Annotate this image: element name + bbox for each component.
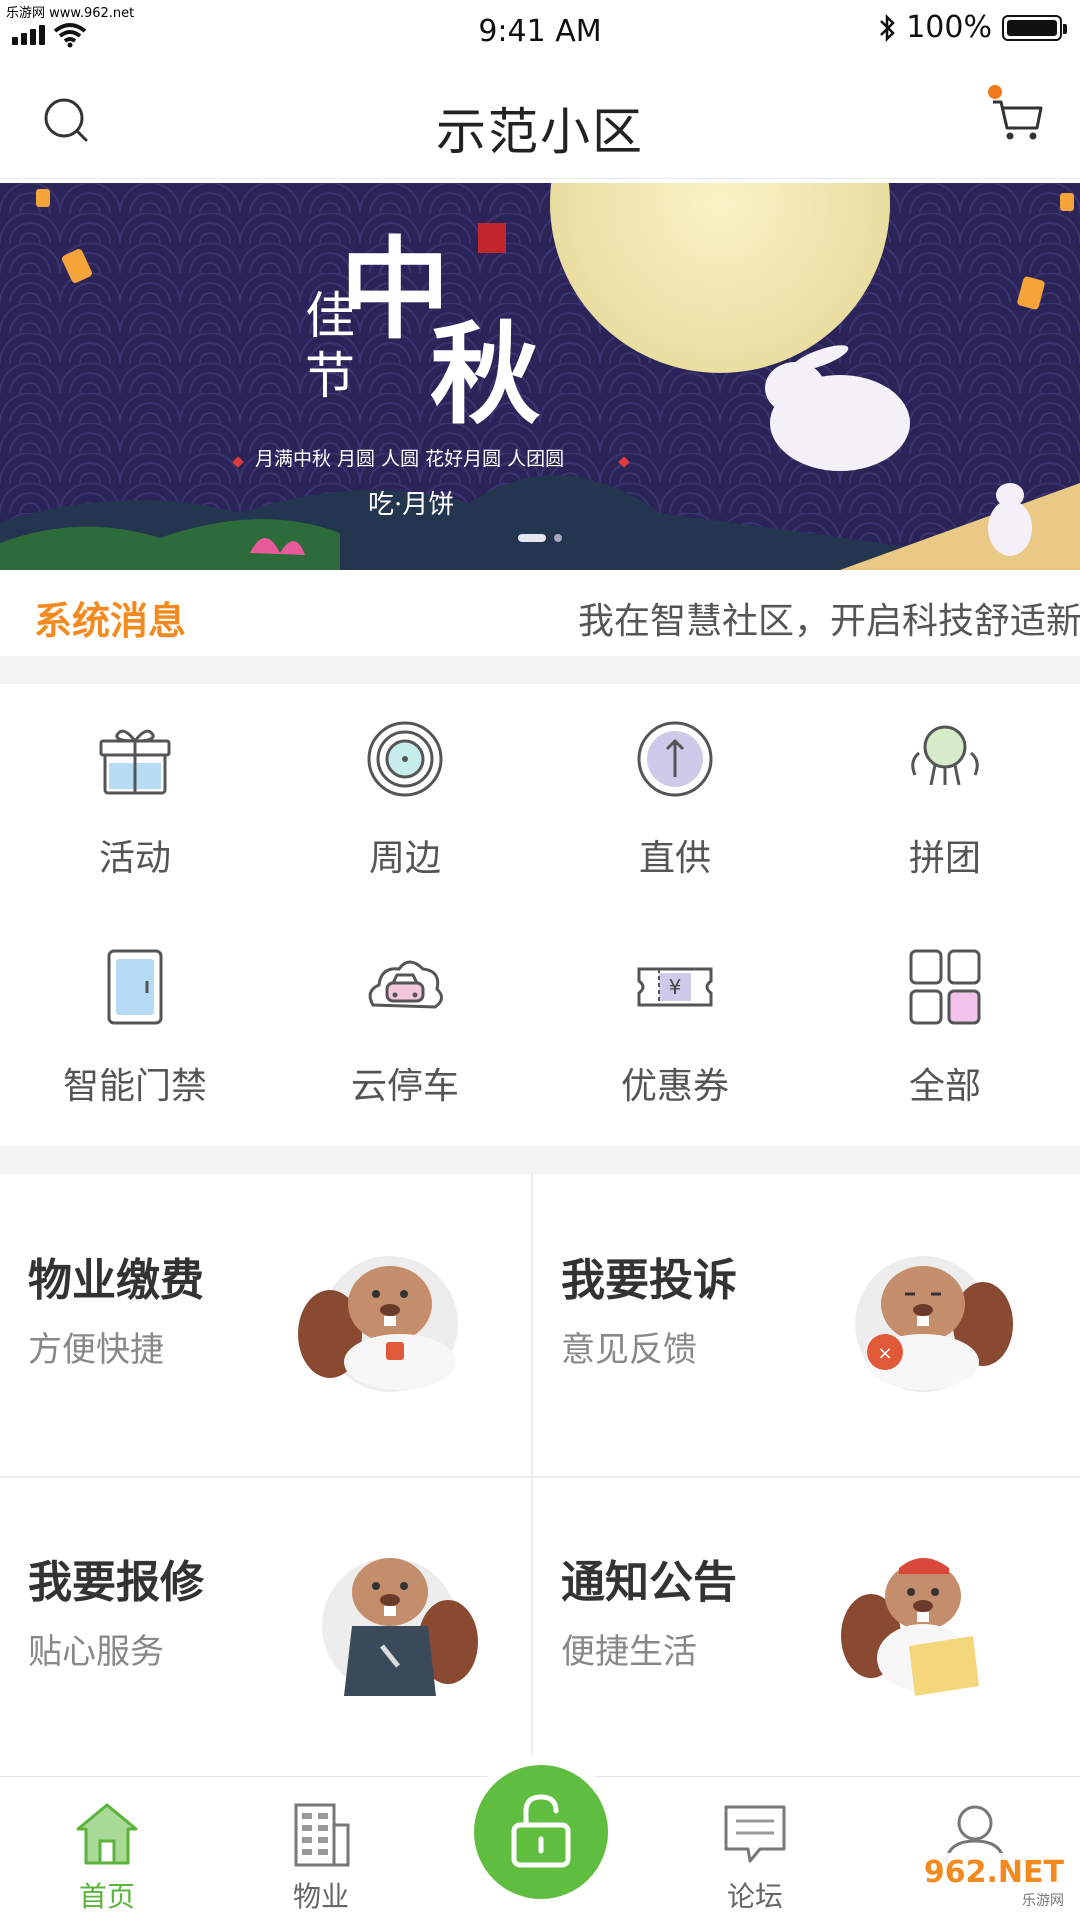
svg-text:佳: 佳: [305, 287, 355, 345]
svg-text:秋: 秋: [430, 310, 540, 439]
grid-item-label: 全部: [908, 1066, 981, 1107]
svg-text:节: 节: [305, 347, 355, 405]
card-title: 物业缴费: [28, 1255, 204, 1306]
carousel-indicator[interactable]: [518, 534, 562, 542]
grid-item-label: 优惠券: [620, 1066, 729, 1107]
grid-item-label: 周边: [368, 838, 441, 879]
beaver-mascot-image: ×: [855, 1256, 1013, 1392]
bluetooth-icon: [880, 13, 895, 42]
unlock-icon: [511, 1794, 571, 1868]
grid-item-activity[interactable]: 活动: [0, 684, 270, 904]
card-title: 我要投诉: [561, 1255, 737, 1306]
tab-label: 物业: [292, 1880, 349, 1913]
target-icon: [367, 721, 443, 797]
notice-text: 我在智慧社区，开启科技舒适新: [578, 601, 1080, 642]
grid-icon: [909, 949, 981, 1025]
grid-item-direct-supply[interactable]: 直供: [540, 684, 810, 904]
card-title: 通知公告: [561, 1557, 737, 1608]
gift-icon: [99, 729, 171, 795]
svg-text:¥: ¥: [669, 975, 682, 999]
grid-item-label: 智能门禁: [62, 1066, 207, 1107]
door-icon: [107, 949, 163, 1025]
watermark-sub: 乐游网: [1022, 1893, 1064, 1909]
card-subtitle: 便捷生活: [561, 1632, 697, 1672]
system-notice[interactable]: 系统消息 我在智慧社区，开启科技舒适新: [0, 570, 1080, 656]
beaver-mascot-image: [322, 1558, 478, 1696]
card-complaint[interactable]: 我要投诉 意见反馈 ×: [533, 1174, 1063, 1474]
function-grid: 活动 周边 直供 拼团 智能门禁 云停车 ¥ 优惠券 全部: [0, 684, 1080, 1146]
coupon-icon: ¥: [637, 967, 713, 1007]
banner-carousel[interactable]: 中 秋 佳 节 月满中秋 月圆 人圆 花好月圆 人团圆 吃·月饼: [0, 183, 1080, 570]
grid-item-all[interactable]: 全部: [810, 912, 1080, 1132]
grid-item-nearby[interactable]: 周边: [270, 684, 540, 904]
section-divider: [0, 656, 1080, 684]
card-divider: [0, 1476, 1080, 1478]
cart-icon: [988, 85, 1043, 140]
section-divider: [0, 1146, 1080, 1174]
building-icon: [294, 1803, 350, 1867]
beaver-mascot-image: [841, 1558, 979, 1696]
card-announcement[interactable]: 通知公告 便捷生活: [533, 1476, 1063, 1776]
page-title: 示范小区: [436, 103, 644, 161]
cart-badge: [988, 85, 1002, 99]
tab-forum[interactable]: 论坛: [680, 1777, 830, 1921]
grid-item-smart-access[interactable]: 智能门禁: [0, 912, 270, 1132]
tab-home[interactable]: 首页: [32, 1777, 182, 1921]
watermark-brand: 962.NET: [923, 1855, 1064, 1890]
card-repair[interactable]: 我要报修 贴心服务: [0, 1476, 530, 1776]
grid-item-coupon[interactable]: ¥ 优惠券: [540, 912, 810, 1132]
service-cards: 物业缴费 方便快捷 我要投诉 意见反馈 × 我要报修 贴心服务 通知公告 便捷生…: [0, 1174, 1080, 1774]
grid-item-label: 拼团: [908, 838, 981, 879]
arrow-up-icon: [637, 721, 713, 797]
card-subtitle: 贴心服务: [28, 1632, 164, 1672]
battery-percent: 100%: [906, 10, 992, 45]
tab-label: 论坛: [726, 1880, 783, 1913]
grid-item-label: 活动: [98, 838, 171, 879]
notice-label: 系统消息: [34, 599, 187, 643]
grid-item-group-buy[interactable]: 拼团: [810, 684, 1080, 904]
carousel-dot-active[interactable]: [518, 534, 546, 542]
watermark-logo: 962.NET 乐游网: [915, 1853, 1072, 1912]
tab-property[interactable]: 物业: [246, 1777, 396, 1921]
card-subtitle: 意见反馈: [561, 1330, 697, 1370]
card-divider: [531, 1174, 533, 1774]
carousel-dot[interactable]: [554, 534, 562, 542]
svg-text:×: ×: [877, 1343, 892, 1364]
card-property-fee[interactable]: 物业缴费 方便快捷: [0, 1174, 530, 1474]
cart-button[interactable]: [985, 84, 1047, 146]
beaver-mascot-image: [298, 1256, 458, 1392]
nav-bar: 示范小区: [0, 60, 1080, 179]
banner-image: 中 秋 佳 节 月满中秋 月圆 人圆 花好月圆 人团圆 吃·月饼: [0, 183, 1080, 570]
grid-item-label: 云停车: [350, 1066, 459, 1107]
chat-icon: [724, 1805, 786, 1863]
battery-icon: [1002, 14, 1067, 41]
group-icon: [911, 725, 979, 786]
car-cloud-icon: [368, 960, 443, 1009]
home-icon: [76, 1803, 138, 1865]
tab-label: 首页: [78, 1880, 135, 1913]
card-title: 我要报修: [28, 1557, 204, 1608]
unlock-button[interactable]: [474, 1765, 608, 1899]
svg-text:吃·月饼: 吃·月饼: [368, 490, 454, 520]
grid-item-label: 直供: [638, 838, 711, 879]
status-bar: 乐游网 www.962.net 9:41 AM 100%: [0, 0, 1080, 60]
card-subtitle: 方便快捷: [28, 1330, 164, 1370]
svg-text:月满中秋 月圆 人圆 花好月圆 人团圆: 月满中秋 月圆 人圆 花好月圆 人团圆: [255, 448, 564, 470]
grid-item-cloud-parking[interactable]: 云停车: [270, 912, 540, 1132]
